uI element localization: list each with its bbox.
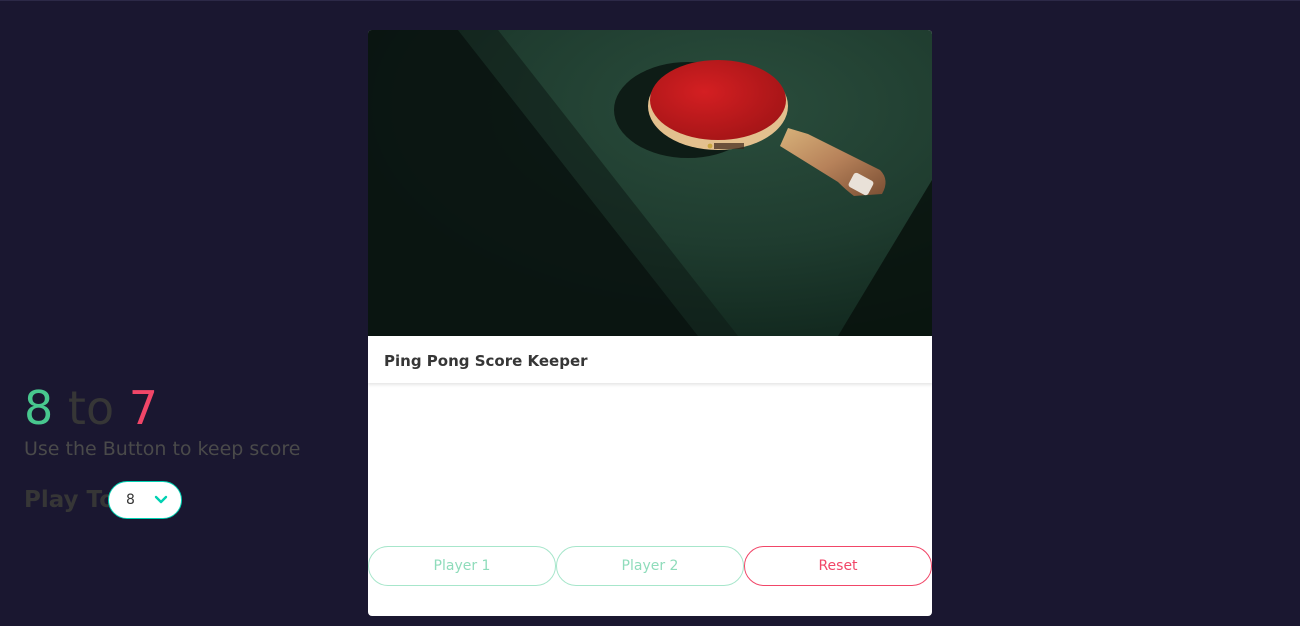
- play-to-selected-value: 8: [126, 492, 135, 508]
- score-display: 8 to 7: [24, 380, 158, 436]
- instructions-text: Use the Button to keep score: [24, 438, 301, 460]
- player2-button[interactable]: Player 2: [556, 546, 744, 586]
- play-to-select[interactable]: 8: [108, 481, 182, 519]
- play-to-label: Play To: [24, 487, 115, 513]
- player1-button[interactable]: Player 1: [368, 546, 556, 586]
- reset-button[interactable]: Reset: [744, 546, 932, 586]
- player1-score: 8: [24, 381, 54, 435]
- player2-score: 7: [128, 381, 158, 435]
- button-row: Player 1 Player 2 Reset: [368, 0, 932, 626]
- score-separator: to: [67, 381, 115, 435]
- chevron-down-icon: [154, 495, 168, 504]
